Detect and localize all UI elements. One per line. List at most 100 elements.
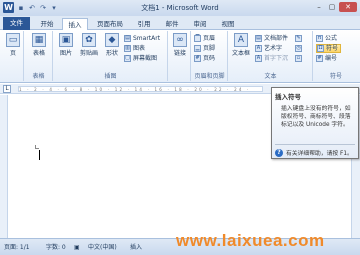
smartart-icon: ▤ [124, 35, 131, 42]
horizontal-ruler[interactable]: 1 · 2 · 4 · 6 · 8 · 10 · 12 · 14 · 16 · … [18, 86, 263, 92]
footer-button[interactable]: ▁ 页脚 [194, 44, 215, 53]
pages-button[interactable]: ▭ 页 [3, 33, 23, 57]
group-label-text: 文本 [264, 73, 277, 80]
header-label: 页眉 [203, 35, 216, 42]
tab-view[interactable]: 视图 [216, 18, 240, 30]
number-label: 编号 [325, 55, 338, 62]
date-time-button[interactable]: ◷ [295, 44, 304, 53]
status-word-count[interactable]: 字数: 0 [46, 242, 66, 253]
table-label: 表格 [32, 50, 45, 57]
object-button[interactable]: ▫ [295, 54, 304, 63]
tab-home[interactable]: 开始 [34, 18, 60, 30]
status-language[interactable]: 中文(中国) [88, 242, 117, 253]
tab-selector-icon[interactable]: L [3, 85, 11, 93]
dropcap-button[interactable]: A 首字下沉 [255, 54, 288, 63]
quickparts-label: 文档部件 [264, 35, 289, 42]
symbol-label: 符号 [326, 45, 339, 52]
link-button[interactable]: ∞ 链接 [170, 33, 190, 57]
tab-references[interactable]: 引用 [132, 18, 156, 30]
picture-button[interactable]: ▣ 图片 [56, 33, 76, 57]
group-illustrations: ▣ 图片 ✿ 剪贴画 ◆ 形状 ▤ SmartArt ▥ 图表 ▢ 屏幕截图 插… [54, 31, 168, 81]
date-time-icon: ◷ [295, 45, 302, 52]
wordart-button[interactable]: A 艺术字 [255, 44, 282, 53]
tooltip-title: 插入符号 [275, 93, 301, 101]
object-icon: ▫ [295, 55, 302, 62]
wordart-label: 艺术字 [264, 45, 283, 52]
textbox-label: 文本框 [231, 50, 250, 57]
tab-page-layout[interactable]: 页面布局 [92, 18, 128, 30]
quickparts-button[interactable]: ▤ 文档部件 [255, 34, 288, 43]
group-pages: ▭ 页 [2, 31, 24, 81]
header-button[interactable]: ▔ 页眉 [194, 34, 215, 43]
pi-icon: π [316, 35, 323, 42]
clipart-icon: ✿ [82, 33, 96, 47]
group-label-illustrations: 插图 [104, 73, 117, 80]
status-insert-mode[interactable]: 插入 [130, 242, 142, 253]
tooltip-body: 插入键盘上没有的符号，如版权符号、商标符号、段落标记以及 Unicode 字符。 [281, 106, 351, 128]
symbol-tooltip: 插入符号 插入键盘上没有的符号，如版权符号、商标符号、段落标记以及 Unicod… [271, 87, 359, 159]
group-label-symbols: 符号 [329, 73, 342, 80]
screenshot-label: 屏幕截图 [133, 55, 158, 62]
group-tables: ▦ 表格 表格 [25, 31, 53, 81]
group-symbols: π 公式 Ω 符号 # 编号 符号 [314, 31, 358, 81]
wordart-icon: A [255, 45, 262, 52]
tab-review[interactable]: 审阅 [188, 18, 212, 30]
picture-icon: ▣ [59, 33, 73, 47]
close-button[interactable]: ✕ [339, 2, 357, 12]
table-button[interactable]: ▦ 表格 [29, 33, 49, 57]
group-label-tables: 表格 [32, 73, 45, 80]
dropcap-icon: A [255, 55, 262, 62]
window-controls: – ▢ ✕ [313, 2, 357, 12]
vertical-ruler [0, 95, 8, 238]
help-icon: ? [275, 148, 283, 157]
page-icon: ▭ [6, 33, 20, 47]
signature-line-button[interactable]: ✎ [295, 34, 304, 43]
shapes-button[interactable]: ◆ 形状 [102, 33, 122, 57]
tab-file[interactable]: 文件 [3, 17, 30, 30]
dropcap-label: 首字下沉 [264, 55, 289, 62]
equation-label: 公式 [325, 35, 338, 42]
shapes-label: 形状 [105, 50, 118, 57]
watermark-text: www.laixuea.com [176, 231, 325, 250]
page-number-button[interactable]: # 页码 [194, 54, 215, 63]
group-header-footer: ▔ 页眉 ▁ 页脚 # 页码 页眉和页脚 [192, 31, 228, 81]
minimize-button[interactable]: – [313, 2, 325, 12]
chart-icon: ▥ [124, 45, 131, 52]
tooltip-help-text: 有关详细帮助，请按 F1。 [286, 151, 353, 157]
textbox-icon: A [234, 33, 248, 47]
title-bar: W ▪ ↶ ↷ ▾ 文档1 - Microsoft Word – ▢ ✕ [0, 0, 360, 16]
symbol-button[interactable]: Ω 符号 [316, 44, 342, 53]
window-title: 文档1 - Microsoft Word [141, 4, 219, 12]
screenshot-icon: ▢ [124, 55, 131, 62]
chart-label: 图表 [133, 45, 146, 52]
quickparts-icon: ▤ [255, 35, 262, 42]
chart-button[interactable]: ▥ 图表 [124, 44, 145, 53]
table-icon: ▦ [32, 33, 46, 47]
equation-button[interactable]: π 公式 [316, 34, 337, 43]
ribbon: ▭ 页 ▦ 表格 表格 ▣ 图片 ✿ 剪贴画 ◆ 形状 ▤ SmartArt ▥ [0, 30, 360, 83]
proofing-icon[interactable]: ▣ [74, 242, 80, 253]
clipart-button[interactable]: ✿ 剪贴画 [78, 33, 100, 57]
maximize-button[interactable]: ▢ [326, 2, 338, 12]
number-icon: # [316, 55, 323, 62]
group-links: ∞ 链接 [169, 31, 191, 81]
footer-label: 页脚 [203, 45, 216, 52]
tab-mailings[interactable]: 邮件 [160, 18, 184, 30]
text-cursor [39, 150, 40, 160]
shapes-icon: ◆ [105, 33, 119, 47]
status-page-count[interactable]: 页面: 1/1 [4, 242, 30, 253]
screenshot-button[interactable]: ▢ 屏幕截图 [124, 54, 157, 63]
link-label: 链接 [173, 50, 186, 57]
textbox-button[interactable]: A 文本框 [230, 33, 252, 57]
header-icon: ▔ [194, 35, 201, 42]
group-label-header-footer: 页眉和页脚 [194, 73, 225, 80]
smartart-label: SmartArt [133, 35, 161, 42]
link-icon: ∞ [173, 33, 187, 47]
ribbon-tab-bar: 文件 开始 插入 页面布局 引用 邮件 审阅 视图 [0, 16, 360, 31]
smartart-button[interactable]: ▤ SmartArt [124, 34, 160, 43]
margin-corner-mark [35, 145, 39, 149]
tooltip-divider [275, 144, 355, 145]
pages-label: 页 [9, 50, 16, 57]
number-button[interactable]: # 编号 [316, 54, 337, 63]
signature-line-icon: ✎ [295, 35, 302, 42]
